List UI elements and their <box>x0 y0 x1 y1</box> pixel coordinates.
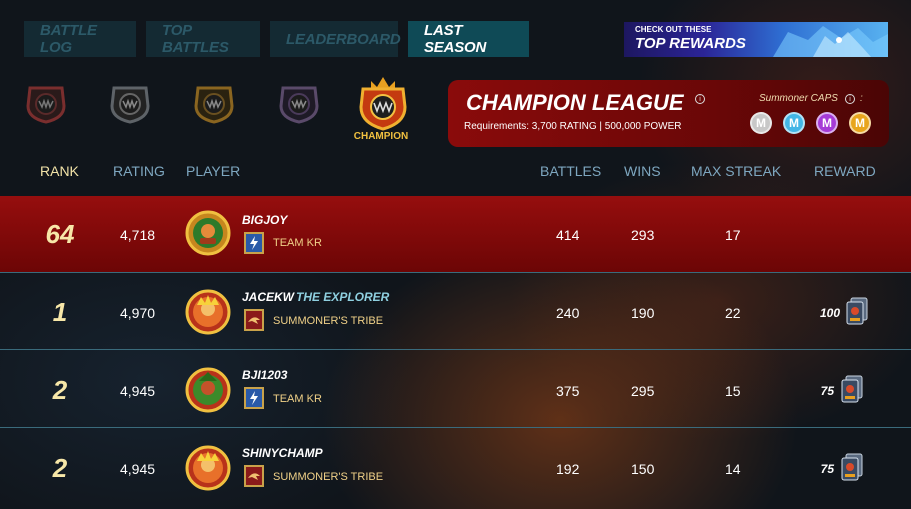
card-pack-icon <box>846 297 868 325</box>
table-row[interactable]: 2 4,945 BJI1203 TEAM KR 375 295 15 75 <box>0 351 911 428</box>
player-avatar-icon[interactable] <box>185 210 231 256</box>
champion-league-icon[interactable]: CHAMPION <box>354 75 409 142</box>
column-rating: RATING <box>113 163 165 179</box>
column-wins: WINS <box>624 163 661 179</box>
bronze-league-icon[interactable] <box>24 84 68 129</box>
player-title: THE EXPLORER <box>296 290 390 304</box>
column-player: PLAYER <box>186 163 241 179</box>
player-name[interactable]: SHINYCHAMP <box>242 446 323 460</box>
max-streak-value: 22 <box>725 305 741 321</box>
battles-value: 240 <box>556 305 580 321</box>
rating-value: 4,718 <box>120 227 156 243</box>
epic-cap-icon: M <box>816 112 838 134</box>
guild-crest-icon <box>244 465 264 487</box>
card-pack-icon <box>841 375 863 403</box>
league-requirements: Requirements: 3,700 RATING | 500,000 POW… <box>464 121 682 132</box>
guild-name[interactable]: TEAM KR <box>273 393 322 405</box>
guild-crest-icon <box>244 309 264 331</box>
max-streak-value: 17 <box>725 227 741 243</box>
player-name[interactable]: BJI1203 <box>242 368 287 382</box>
card-pack-icon <box>841 453 863 481</box>
wins-value: 190 <box>631 305 655 321</box>
column-rank: RANK <box>40 163 79 179</box>
guild-name[interactable]: SUMMONER'S TRIBE <box>273 315 383 327</box>
battles-value: 192 <box>556 461 580 477</box>
table-row[interactable]: 2 4,945 SHINYCHAMP SUMMONER'S TRIBE 192 … <box>0 429 911 506</box>
guild-name[interactable]: TEAM KR <box>273 237 322 249</box>
rank-value: 2 <box>52 375 68 405</box>
rating-value: 4,970 <box>120 305 156 321</box>
diamond-league-icon[interactable] <box>277 84 321 129</box>
guild-lightning-icon <box>244 387 264 409</box>
promo-line1: CHECK OUT THESE <box>635 25 712 34</box>
common-cap-icon: M <box>750 112 772 134</box>
wins-value: 150 <box>631 461 655 477</box>
rank-value: 1 <box>52 297 68 327</box>
silver-league-icon[interactable] <box>108 84 152 129</box>
max-streak-value: 14 <box>725 461 741 477</box>
player-name[interactable]: BIGJOY <box>242 213 287 227</box>
max-streak-value: 15 <box>725 383 741 399</box>
tab-top-battles[interactable]: TOP BATTLES <box>146 21 260 57</box>
top-rewards-banner[interactable]: CHECK OUT THESE TOP REWARDS <box>624 22 888 57</box>
battles-value: 414 <box>556 227 580 243</box>
legendary-cap-icon: M <box>849 112 871 134</box>
selected-league-label: CHAMPION <box>353 131 409 142</box>
guild-lightning-icon <box>244 232 264 254</box>
battles-value: 375 <box>556 383 580 399</box>
wins-value: 293 <box>631 227 655 243</box>
table-row-current-player[interactable]: 64 4,718 BIGJOY TEAM KR 414 293 17 <box>0 196 911 273</box>
tab-leaderboard[interactable]: LEADERBOARD <box>270 21 401 57</box>
tab-bar: BATTLE LOG TOP BATTLES LEADERBOARD LAST … <box>24 21 529 57</box>
summoner-caps: M M M M <box>750 112 871 134</box>
table-row[interactable]: 1 4,970 JACEKW THE EXPLORER SUMMONER'S T… <box>0 273 911 350</box>
league-info-card: CHAMPION LEAGUE i Requirements: 3,700 RA… <box>448 80 889 147</box>
tab-last-season[interactable]: LAST SEASON <box>408 21 529 57</box>
column-reward: REWARD <box>814 163 876 179</box>
player-avatar-icon[interactable] <box>185 289 231 335</box>
rank-value: 2 <box>52 453 68 483</box>
wins-value: 295 <box>631 383 655 399</box>
guild-name[interactable]: SUMMONER'S TRIBE <box>273 471 383 483</box>
player-avatar-icon[interactable] <box>185 367 231 413</box>
summoner-caps-colon: : <box>860 93 863 104</box>
column-battles: BATTLES <box>540 163 602 179</box>
info-icon[interactable]: i <box>695 94 705 104</box>
player-name[interactable]: JACEKW <box>242 290 294 304</box>
column-max-streak: MAX STREAK <box>691 163 782 179</box>
monster-art-icon <box>773 26 888 57</box>
summoner-caps-label: Summoner CAPS <box>759 93 838 104</box>
rare-cap-icon: M <box>783 112 805 134</box>
tab-battle-log[interactable]: BATTLE LOG <box>24 21 136 57</box>
reward-value: 75 <box>820 462 834 476</box>
reward-value: 100 <box>819 306 840 320</box>
player-avatar-icon[interactable] <box>185 445 231 491</box>
rating-value: 4,945 <box>120 461 156 477</box>
rank-value: 64 <box>45 219 75 249</box>
league-title: CHAMPION LEAGUE <box>466 90 684 115</box>
gold-league-icon[interactable] <box>192 84 236 129</box>
caps-info-icon[interactable]: i <box>845 94 855 104</box>
promo-line2: TOP REWARDS <box>635 35 746 52</box>
reward-value: 75 <box>820 384 834 398</box>
rating-value: 4,945 <box>120 383 156 399</box>
